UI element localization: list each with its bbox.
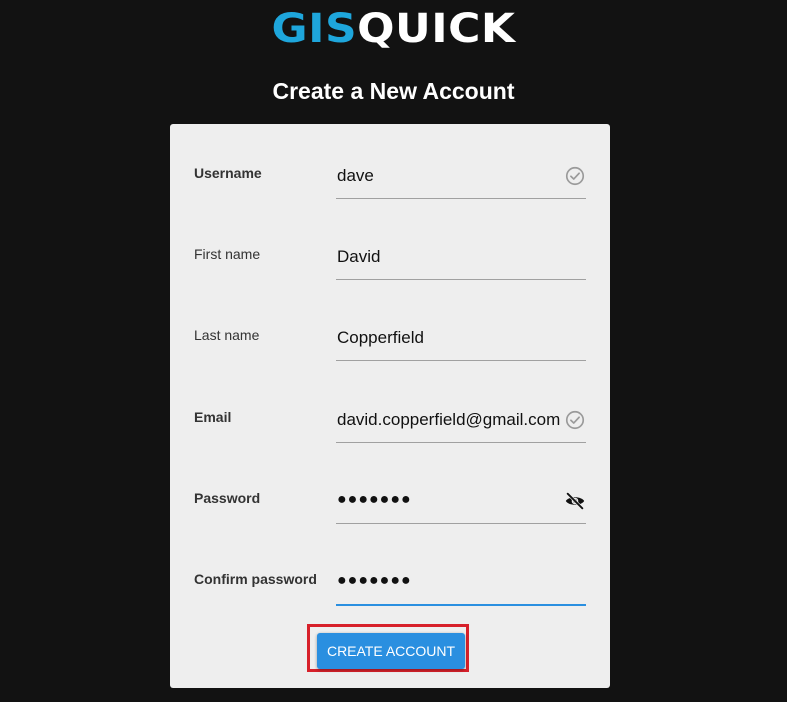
first-name-input[interactable]: David [336, 229, 586, 280]
email-value: david.copperfield@gmail.com [337, 410, 561, 429]
username-label: Username [194, 165, 262, 181]
logo-part-quick: QUICK [357, 5, 516, 52]
password-input[interactable]: ●●●●●●● [336, 473, 586, 524]
username-field: Username dave [194, 142, 586, 202]
signup-form-card: Username dave First name David Last name… [170, 124, 610, 688]
first-name-value: David [337, 247, 381, 266]
create-account-button[interactable]: CREATE ACCOUNT [317, 633, 465, 669]
gisquick-logo: GISQUICK [0, 5, 787, 52]
last-name-value: Copperfield [337, 328, 424, 347]
logo-part-gis: GIS [271, 5, 358, 52]
email-input[interactable]: david.copperfield@gmail.com [336, 392, 586, 443]
username-input[interactable]: dave [336, 148, 586, 199]
create-account-highlight: CREATE ACCOUNT [307, 624, 469, 672]
confirm-password-input[interactable]: ●●●●●●● [336, 554, 586, 606]
last-name-field: Last name Copperfield [194, 304, 586, 364]
confirm-password-value: ●●●●●●● [337, 572, 412, 589]
email-label: Email [194, 409, 232, 425]
first-name-label: First name [194, 246, 261, 262]
last-name-input[interactable]: Copperfield [336, 310, 586, 361]
page-title: Create a New Account [272, 78, 515, 104]
password-value: ●●●●●●● [337, 491, 412, 508]
password-label: Password [194, 490, 261, 506]
confirm-password-field: Confirm password ●●●●●●● [194, 548, 586, 608]
first-name-field: First name David [194, 223, 586, 283]
check-circle-icon [565, 410, 585, 430]
eye-off-icon[interactable] [564, 490, 586, 512]
check-circle-icon [565, 166, 585, 186]
confirm-password-label: Confirm password [194, 571, 317, 587]
username-value: dave [337, 166, 374, 185]
password-field: Password ●●●●●●● [194, 467, 586, 527]
last-name-label: Last name [194, 327, 260, 343]
email-field: Email david.copperfield@gmail.com [194, 386, 586, 446]
